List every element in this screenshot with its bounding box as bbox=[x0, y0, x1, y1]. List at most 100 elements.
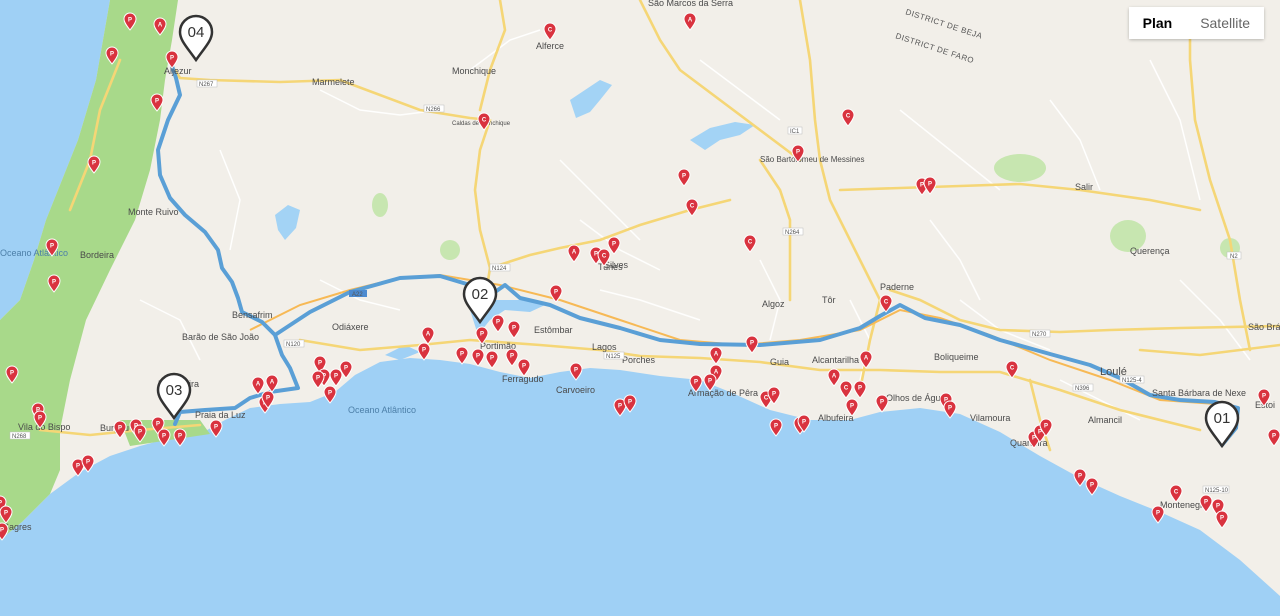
place-label: São Marcos da Serra bbox=[648, 0, 733, 8]
map-canvas[interactable]: DISTRICT DE BEJA DISTRICT DE FARO São Ma… bbox=[0, 0, 1280, 616]
poi-symbol: P bbox=[118, 426, 122, 432]
poi-symbol: P bbox=[1204, 500, 1208, 506]
poi-symbol: C bbox=[482, 118, 487, 124]
place-label: Boliqueime bbox=[934, 352, 979, 362]
ocean-label-west: Oceano Atlântico bbox=[0, 248, 68, 258]
place-label: Paderne bbox=[880, 282, 914, 292]
poi-symbol: C bbox=[690, 204, 695, 210]
poi-symbol: C bbox=[1010, 366, 1015, 372]
place-label: São Brás de Alportel bbox=[1248, 322, 1280, 332]
poi-symbol: P bbox=[155, 99, 159, 105]
poi-symbol: P bbox=[1032, 436, 1036, 442]
poi-symbol: P bbox=[162, 434, 166, 440]
poi-symbol: P bbox=[1272, 434, 1276, 440]
poi-symbol: A bbox=[426, 332, 431, 338]
place-label: Carvoeiro bbox=[556, 385, 595, 395]
poi-symbol: A bbox=[832, 374, 837, 380]
poi-symbol: P bbox=[796, 150, 800, 156]
poi-symbol: P bbox=[850, 404, 854, 410]
poi-symbol: A bbox=[270, 380, 275, 386]
poi-symbol: A bbox=[714, 370, 719, 376]
waypoint-number: 03 bbox=[166, 382, 183, 399]
place-label: Lagos bbox=[592, 342, 617, 352]
place-label: Monte Ruivo bbox=[128, 207, 179, 217]
poi-symbol: P bbox=[618, 404, 622, 410]
road-ref: A22 bbox=[352, 292, 363, 298]
poi-symbol: P bbox=[490, 356, 494, 362]
road-ref: N396 bbox=[1075, 386, 1090, 392]
place-label: Aljezur bbox=[164, 66, 192, 76]
map-type-toggle: Plan Satellite bbox=[1128, 7, 1264, 39]
place-label: Odiáxere bbox=[332, 322, 369, 332]
place-label: Alferce bbox=[536, 41, 564, 51]
place-label: Vilamoura bbox=[970, 413, 1010, 423]
poi-symbol: P bbox=[628, 400, 632, 406]
poi-symbol: P bbox=[772, 392, 776, 398]
road-ref: N267 bbox=[199, 82, 214, 88]
road-ref: N124 bbox=[492, 266, 507, 272]
place-label: Almancil bbox=[1088, 415, 1122, 425]
poi-symbol: P bbox=[1262, 394, 1266, 400]
poi-symbol: P bbox=[496, 320, 500, 326]
place-label: Querença bbox=[1130, 246, 1170, 256]
poi-symbol: P bbox=[10, 371, 14, 377]
poi-symbol: C bbox=[548, 28, 553, 34]
poi-symbol: P bbox=[334, 374, 338, 380]
poi-symbol: P bbox=[38, 416, 42, 422]
place-label: Albufeira bbox=[818, 413, 854, 423]
waypoint-number: 02 bbox=[472, 286, 489, 303]
plan-button[interactable]: Plan bbox=[1128, 7, 1187, 39]
place-label: Barão de São João bbox=[182, 332, 259, 342]
poi-symbol: A bbox=[158, 23, 163, 29]
poi-symbol: P bbox=[138, 430, 142, 436]
poi-symbol: P bbox=[344, 366, 348, 372]
poi-symbol: C bbox=[884, 300, 889, 306]
poi-symbol: P bbox=[682, 174, 686, 180]
poi-symbol: P bbox=[1090, 483, 1094, 489]
poi-symbol: P bbox=[708, 379, 712, 385]
poi-symbol: P bbox=[52, 280, 56, 286]
poi-symbol: P bbox=[1078, 474, 1082, 480]
poi-symbol: P bbox=[694, 380, 698, 386]
poi-symbol: P bbox=[512, 326, 516, 332]
poi-symbol: P bbox=[948, 406, 952, 412]
poi-symbol: P bbox=[1044, 424, 1048, 430]
place-label: Tôr bbox=[822, 295, 836, 305]
poi-symbol: P bbox=[0, 528, 4, 534]
place-label: Guia bbox=[770, 357, 789, 367]
road-ref: N266 bbox=[426, 107, 441, 113]
park-patch bbox=[372, 193, 388, 217]
place-label: Praia da Luz bbox=[195, 410, 246, 420]
road-ref: N2 bbox=[1230, 254, 1238, 260]
poi-symbol: P bbox=[594, 252, 598, 258]
poi-symbol: P bbox=[802, 420, 806, 426]
poi-symbol: P bbox=[0, 501, 2, 507]
place-label: Alcantarilha bbox=[812, 355, 859, 365]
poi-symbol: P bbox=[170, 56, 174, 62]
poi-symbol: P bbox=[318, 361, 322, 367]
poi-symbol: A bbox=[572, 250, 577, 256]
place-label: Algoz bbox=[762, 299, 785, 309]
poi-symbol: C bbox=[764, 396, 769, 402]
waypoint-number: 01 bbox=[1214, 410, 1231, 427]
place-label: Marmelete bbox=[312, 77, 355, 87]
place-label: Bensafrim bbox=[232, 310, 273, 320]
poi-symbol: A bbox=[714, 352, 719, 358]
place-label: Ferragudo bbox=[502, 374, 544, 384]
poi-symbol: C bbox=[846, 114, 851, 120]
place-label: Vila do Bispo bbox=[18, 422, 70, 432]
poi-symbol: C bbox=[748, 240, 753, 246]
poi-symbol: P bbox=[178, 434, 182, 440]
poi-symbol: P bbox=[110, 52, 114, 58]
park-patch bbox=[994, 154, 1046, 182]
road-ref: N268 bbox=[12, 434, 27, 440]
place-label: Salir bbox=[1075, 182, 1093, 192]
road-ref: N264 bbox=[785, 230, 800, 236]
place-label: Monchique bbox=[452, 66, 496, 76]
satellite-button[interactable]: Satellite bbox=[1186, 7, 1264, 39]
park-patch bbox=[440, 240, 460, 260]
poi-symbol: P bbox=[4, 511, 8, 517]
poi-symbol: P bbox=[1156, 511, 1160, 517]
poi-symbol: P bbox=[510, 354, 514, 360]
poi-symbol: P bbox=[920, 183, 924, 189]
